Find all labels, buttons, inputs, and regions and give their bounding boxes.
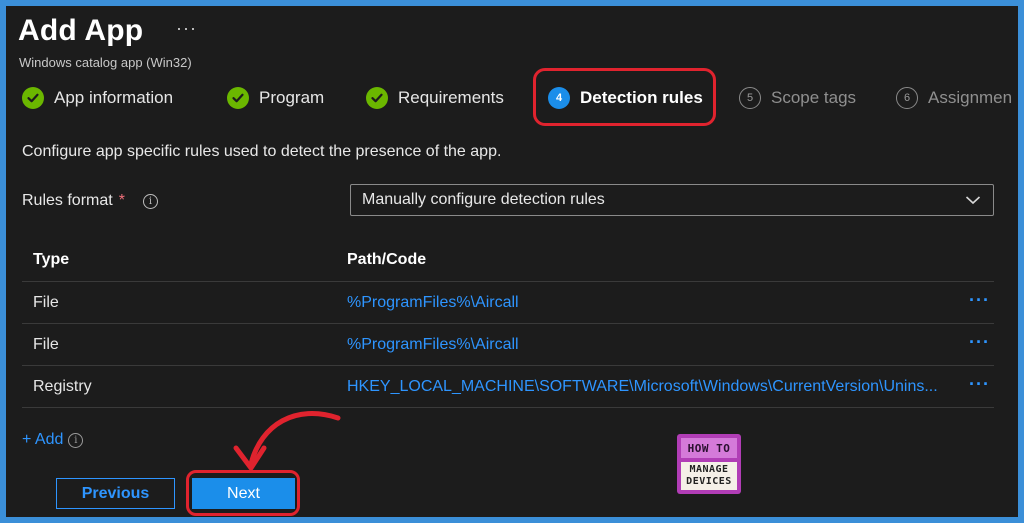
step-program[interactable]: Program [227, 76, 324, 120]
rules-format-text: Rules format [22, 192, 113, 209]
rules-format-dropdown[interactable]: Manually configure detection rules [350, 184, 994, 216]
step-label: Scope tags [771, 88, 857, 107]
rules-format-label: Rules format * i [22, 192, 158, 210]
row-more-icon[interactable]: ··· [969, 332, 990, 353]
step-number-badge: 6 [896, 87, 918, 109]
column-header-path: Path/Code [347, 250, 427, 268]
rule-path-link[interactable]: %ProgramFiles%\Aircall [347, 336, 947, 354]
table-header: Type Path/Code [22, 238, 994, 282]
add-rule-link[interactable]: + Add i [22, 431, 84, 449]
row-more-icon[interactable]: ··· [969, 374, 990, 395]
rule-type: File [33, 335, 59, 353]
next-button[interactable]: Next [192, 478, 295, 509]
table-row: Registry HKEY_LOCAL_MACHINE\SOFTWARE\Mic… [22, 366, 994, 408]
step-label: Assignmen [928, 88, 1013, 107]
section-description: Configure app specific rules used to det… [22, 143, 502, 160]
rules-format-selected: Manually configure detection rules [362, 191, 605, 208]
required-marker: * [118, 192, 125, 209]
checkmark-icon [366, 87, 388, 109]
detection-rules-table: Type Path/Code File %ProgramFiles%\Airca… [22, 238, 994, 408]
app-window: Add App ··· Windows catalog app (Win32) … [6, 6, 1018, 517]
how-to-manage-devices-logo: HOW TO MANAGE DEVICES [677, 434, 741, 494]
step-requirements[interactable]: Requirements [366, 76, 504, 120]
row-more-icon[interactable]: ··· [969, 290, 990, 311]
column-header-type: Type [33, 250, 70, 268]
step-label: Requirements [398, 88, 504, 107]
more-options-icon[interactable]: ··· [176, 18, 197, 39]
add-rule-label: + Add [22, 431, 64, 448]
page-subtitle: Windows catalog app (Win32) [19, 55, 192, 70]
logo-line-2: MANAGE [689, 464, 729, 475]
table-row: File %ProgramFiles%\Aircall ··· [22, 324, 994, 366]
info-icon[interactable]: i [68, 432, 84, 448]
table-row: File %ProgramFiles%\Aircall ··· [22, 282, 994, 324]
rule-type: Registry [33, 377, 92, 395]
wizard-steps: App information Program Requirements 4 D… [6, 76, 1018, 120]
rule-path-link[interactable]: HKEY_LOCAL_MACHINE\SOFTWARE\Microsoft\Wi… [347, 378, 947, 396]
step-label: Program [259, 88, 325, 107]
logo-line-2-3: MANAGE DEVICES [681, 462, 737, 490]
step-label: App information [54, 88, 174, 107]
logo-line-1: HOW TO [681, 438, 737, 458]
logo-line-3: DEVICES [686, 476, 732, 487]
step-assignments[interactable]: 6 Assignmen [896, 76, 1012, 120]
page-title: Add App [18, 14, 144, 47]
detection-rules-highlight [533, 68, 716, 126]
red-arrow-annotation [233, 411, 341, 471]
checkmark-icon [227, 87, 249, 109]
checkmark-icon [22, 87, 44, 109]
chevron-down-icon [965, 193, 981, 212]
step-number-badge: 5 [739, 87, 761, 109]
step-scope-tags[interactable]: 5 Scope tags [739, 76, 856, 120]
step-app-information[interactable]: App information [22, 76, 173, 120]
rule-type: File [33, 293, 59, 311]
previous-button[interactable]: Previous [56, 478, 175, 509]
rule-path-link[interactable]: %ProgramFiles%\Aircall [347, 294, 947, 312]
info-icon[interactable]: i [142, 193, 158, 209]
